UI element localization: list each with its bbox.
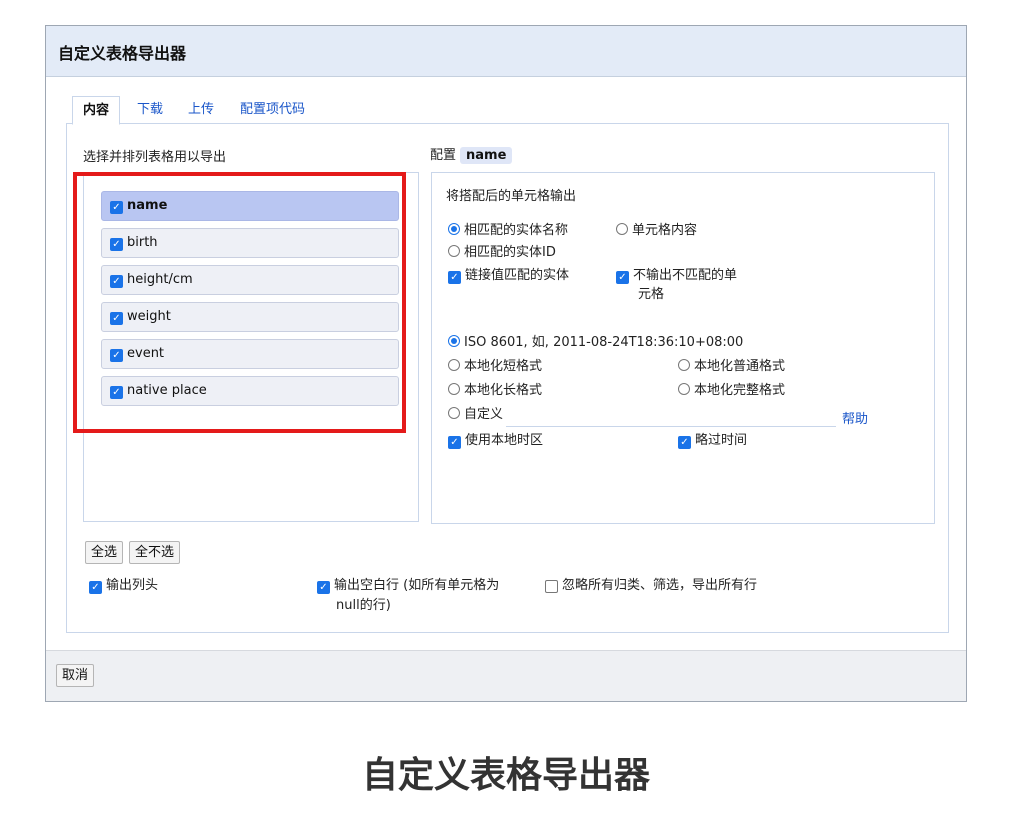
radio-date-local-long[interactable]: 本地化长格式 bbox=[448, 383, 542, 399]
checkbox-checked-icon: ✓ bbox=[110, 386, 123, 399]
checkbox-checked-icon: ✓ bbox=[110, 238, 123, 251]
radio-entity-name[interactable]: 相匹配的实体名称 bbox=[448, 223, 568, 239]
checkbox-skip-unmatched-label-2: 元格 bbox=[638, 287, 665, 302]
custom-format-input[interactable] bbox=[506, 426, 836, 427]
checkbox-use-local-timezone[interactable]: ✓ 使用本地时区 bbox=[448, 433, 543, 449]
checkbox-omit-time[interactable]: ✓ 略过时间 bbox=[678, 433, 747, 449]
checkbox-skip-unmatched-label: 不输出不匹配的单 bbox=[633, 268, 738, 283]
checkbox-checked-icon: ✓ bbox=[110, 201, 123, 214]
checkbox-checked-icon: ✓ bbox=[448, 271, 461, 284]
radio-cell-content[interactable]: 单元格内容 bbox=[616, 223, 697, 239]
radio-date-local-full[interactable]: 本地化完整格式 bbox=[678, 383, 785, 399]
radio-date-local-normal-label: 本地化普通格式 bbox=[694, 359, 786, 374]
tab-option-code[interactable]: 配置项代码 bbox=[230, 96, 315, 123]
radio-date-custom-label: 自定义 bbox=[464, 407, 504, 422]
help-link[interactable]: 帮助 bbox=[842, 408, 868, 427]
radio-off-icon bbox=[448, 383, 460, 395]
radio-cell-content-label: 单元格内容 bbox=[632, 223, 698, 238]
dialog-footer: 取消 bbox=[46, 650, 966, 701]
column-item-event[interactable]: ✓ event bbox=[101, 339, 399, 369]
column-item-label: name bbox=[127, 198, 168, 213]
column-item-label: native place bbox=[127, 383, 207, 398]
config-label-row: 配置 name bbox=[430, 144, 513, 164]
radio-date-local-short-label: 本地化短格式 bbox=[464, 359, 543, 374]
checkbox-output-empty-rows[interactable]: ✓ 输出空白行 (如所有单元格为 bbox=[317, 578, 499, 594]
column-item-label: birth bbox=[127, 235, 158, 250]
checkbox-checked-icon: ✓ bbox=[110, 312, 123, 325]
checkbox-ignore-facets[interactable]: ✓ 忽略所有归类、筛选，导出所有行 bbox=[545, 578, 757, 594]
checkbox-link-entities-label: 链接值匹配的实体 bbox=[465, 268, 570, 283]
cancel-button[interactable]: 取消 bbox=[56, 664, 95, 687]
tab-content[interactable]: 内容 bbox=[72, 96, 121, 125]
checkbox-unchecked-icon: ✓ bbox=[545, 580, 558, 593]
config-label: 配置 bbox=[430, 148, 457, 163]
checkbox-output-empty-rows-label-2: null的行) bbox=[336, 598, 391, 613]
figure-caption: 自定义表格导出器 bbox=[361, 755, 650, 796]
select-all-button[interactable]: 全选 bbox=[85, 541, 124, 564]
checkbox-use-local-timezone-label: 使用本地时区 bbox=[465, 433, 544, 448]
dialog-title: 自定义表格导出器 bbox=[58, 44, 187, 63]
radio-entity-id[interactable]: 相匹配的实体ID bbox=[448, 245, 556, 261]
column-item-native-place[interactable]: ✓ native place bbox=[101, 376, 399, 406]
radio-date-custom[interactable]: 自定义 bbox=[448, 407, 503, 423]
radio-off-icon bbox=[616, 223, 628, 235]
checkbox-checked-icon: ✓ bbox=[110, 275, 123, 288]
column-item-birth[interactable]: ✓ birth bbox=[101, 228, 399, 258]
radio-date-iso[interactable]: ISO 8601, 如, 2011-08-24T18:36:10+08:00 bbox=[448, 335, 743, 351]
config-field-name: name bbox=[460, 147, 513, 164]
radio-date-local-short[interactable]: 本地化短格式 bbox=[448, 359, 542, 375]
radio-entity-name-label: 相匹配的实体名称 bbox=[464, 223, 569, 238]
column-item-label: weight bbox=[127, 309, 171, 324]
column-item-label: height/cm bbox=[127, 272, 193, 287]
checkbox-checked-icon: ✓ bbox=[678, 436, 691, 449]
radio-off-icon bbox=[448, 359, 460, 371]
select-columns-label: 选择并排列表格用以导出 bbox=[83, 150, 227, 165]
checkbox-ignore-facets-label: 忽略所有归类、筛选，导出所有行 bbox=[562, 578, 758, 593]
checkbox-checked-icon: ✓ bbox=[110, 349, 123, 362]
checkbox-checked-icon: ✓ bbox=[89, 581, 102, 594]
checkbox-checked-icon: ✓ bbox=[616, 271, 629, 284]
checkbox-skip-unmatched[interactable]: ✓ 不输出不匹配的单 bbox=[616, 268, 737, 284]
radio-on-icon bbox=[448, 335, 460, 347]
radio-off-icon bbox=[448, 407, 460, 419]
output-section-title: 将搭配后的单元格输出 bbox=[446, 189, 577, 204]
checkbox-output-empty-rows-label: 输出空白行 (如所有单元格为 bbox=[334, 578, 500, 593]
checkbox-omit-time-label: 略过时间 bbox=[695, 433, 748, 448]
radio-entity-id-label: 相匹配的实体ID bbox=[464, 245, 556, 260]
radio-date-iso-label: ISO 8601, 如, 2011-08-24T18:36:10+08:00 bbox=[464, 335, 744, 350]
checkbox-output-header[interactable]: ✓ 输出列头 bbox=[89, 578, 158, 594]
column-item-label: event bbox=[127, 346, 165, 361]
column-item-height[interactable]: ✓ height/cm bbox=[101, 265, 399, 295]
column-item-name[interactable]: ✓ name bbox=[101, 191, 399, 221]
tab-upload[interactable]: 上传 bbox=[178, 96, 224, 123]
column-config-box: 将搭配后的单元格输出 相匹配的实体名称 单元格内容 相匹配的实体ID ✓ 链接值匹… bbox=[431, 172, 935, 524]
dialog-header: 自定义表格导出器 bbox=[46, 26, 966, 77]
radio-date-local-long-label: 本地化长格式 bbox=[464, 383, 543, 398]
radio-date-local-normal[interactable]: 本地化普通格式 bbox=[678, 359, 785, 375]
checkbox-checked-icon: ✓ bbox=[448, 436, 461, 449]
radio-on-icon bbox=[448, 223, 460, 235]
checkbox-checked-icon: ✓ bbox=[317, 581, 330, 594]
checkbox-output-header-label: 输出列头 bbox=[106, 578, 159, 593]
radio-off-icon bbox=[678, 359, 690, 371]
tab-download[interactable]: 下载 bbox=[127, 96, 173, 123]
select-none-button[interactable]: 全不选 bbox=[129, 541, 181, 564]
radio-date-local-full-label: 本地化完整格式 bbox=[694, 383, 786, 398]
radio-off-icon bbox=[678, 383, 690, 395]
column-item-weight[interactable]: ✓ weight bbox=[101, 302, 399, 332]
checkbox-link-entities[interactable]: ✓ 链接值匹配的实体 bbox=[448, 268, 569, 284]
radio-off-icon bbox=[448, 245, 460, 257]
